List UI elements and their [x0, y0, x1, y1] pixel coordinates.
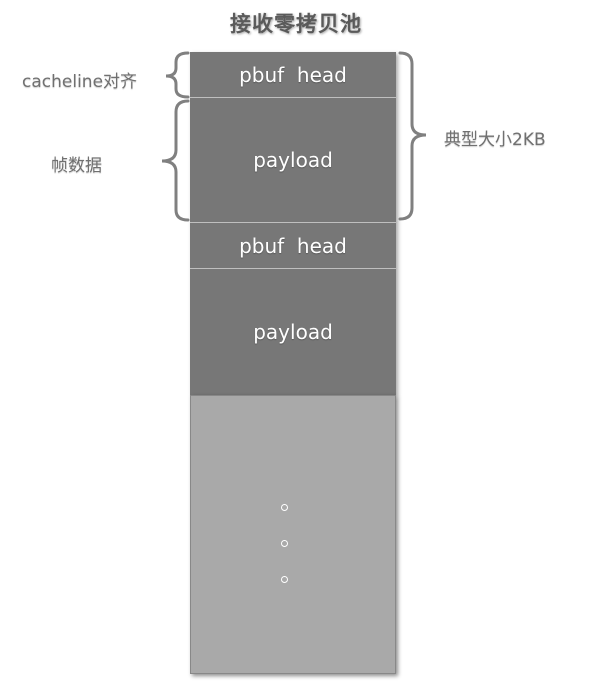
frame-data-label: 帧数据 [51, 156, 102, 176]
typical-size-label: 典型大小2KB [444, 130, 546, 150]
typical-size-brace [398, 51, 427, 221]
braces-layer [161, 51, 427, 222]
cacheline-align-label: cacheline对齐 [22, 72, 138, 92]
frame-data-brace [161, 99, 190, 222]
cacheline-brace [165, 51, 190, 99]
